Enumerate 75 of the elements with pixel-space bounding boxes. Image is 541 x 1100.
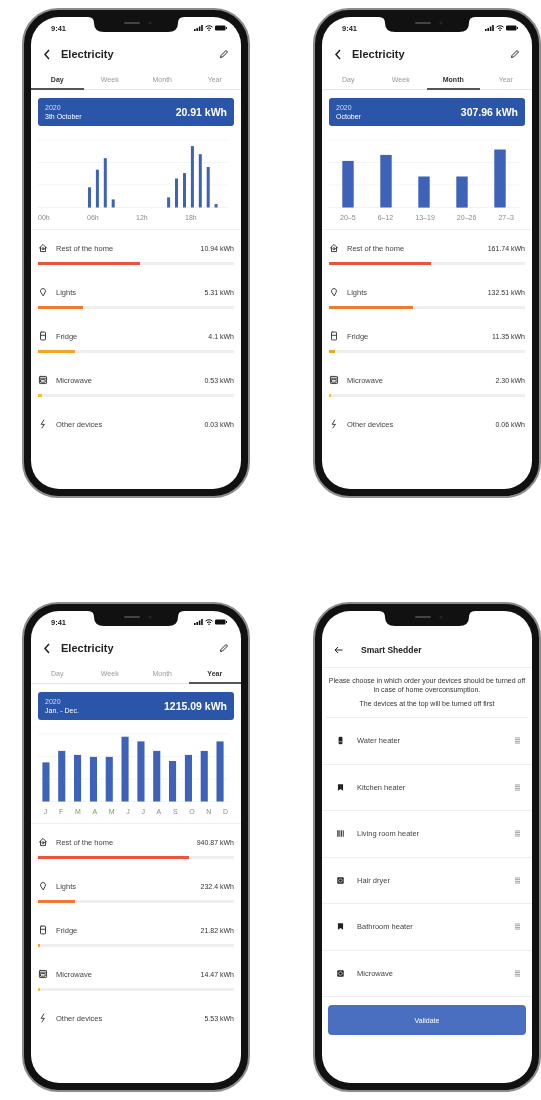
chart-bar	[183, 173, 186, 208]
battery-icon	[215, 619, 227, 625]
microwave-icon	[38, 969, 48, 979]
fridge-icon	[38, 331, 48, 341]
drag-handle-icon[interactable]	[515, 830, 520, 838]
chart-bar	[190, 146, 194, 208]
lightbulb-icon	[329, 287, 339, 297]
battery-icon	[215, 25, 227, 31]
chart-bar	[121, 736, 129, 802]
chart-bar	[167, 197, 171, 208]
chart-bar	[89, 756, 97, 802]
chart-bar	[95, 169, 99, 208]
back-chevron-icon[interactable]	[334, 48, 342, 60]
lightning-icon	[38, 419, 48, 429]
chart-bar	[200, 750, 208, 802]
screen-title: Electricity	[61, 48, 115, 60]
wifi-icon	[496, 25, 504, 31]
signal-icon	[194, 25, 203, 31]
battery-icon	[506, 25, 518, 31]
screen-title: Electricity	[61, 642, 115, 654]
appliance-icon	[336, 875, 345, 885]
house-icon	[38, 837, 48, 847]
chart-bar	[418, 176, 430, 208]
chart-bar	[169, 761, 177, 802]
house-icon	[329, 243, 339, 253]
chart-bar	[175, 178, 178, 208]
chart-bar	[137, 741, 145, 802]
chart-bar	[184, 754, 192, 802]
drag-handle-icon[interactable]	[515, 783, 520, 791]
chart-bar	[494, 149, 506, 208]
wifi-icon	[205, 619, 213, 625]
chart-bar	[342, 160, 354, 208]
chart-bar	[42, 762, 50, 802]
chart-bar	[206, 167, 210, 208]
signal-icon	[485, 25, 494, 31]
drag-handle-icon[interactable]	[515, 737, 520, 745]
chart-bar	[198, 154, 202, 208]
back-arrow-icon[interactable]	[334, 646, 343, 654]
chart-bar	[153, 750, 161, 802]
fridge-icon	[329, 331, 339, 341]
drag-handle-icon[interactable]	[515, 969, 520, 977]
screen-title: Smart Shedder	[361, 645, 423, 655]
fridge-icon	[38, 925, 48, 935]
signal-icon	[194, 619, 203, 625]
pencil-icon[interactable]	[219, 643, 229, 653]
chart-bar	[216, 741, 224, 802]
drag-handle-icon[interactable]	[515, 876, 520, 884]
lightbulb-icon	[38, 287, 48, 297]
lightning-icon	[38, 1013, 48, 1023]
appliance-icon	[336, 968, 345, 978]
pencil-icon[interactable]	[219, 49, 229, 59]
screen-title: Electricity	[352, 48, 406, 60]
chart-bar	[380, 154, 392, 208]
chart-bar	[58, 750, 66, 802]
pencil-icon[interactable]	[510, 49, 520, 59]
chart-bar	[103, 158, 107, 208]
chart-bar	[105, 756, 113, 802]
back-chevron-icon[interactable]	[43, 48, 51, 60]
chart-bar	[456, 176, 468, 208]
chart-bar	[88, 187, 91, 208]
microwave-icon	[38, 375, 48, 385]
microwave-icon	[329, 375, 339, 385]
house-icon	[38, 243, 48, 253]
summary-total: 20.91 kWh	[175, 106, 227, 118]
summary-total: 1215.09 kWh	[163, 700, 227, 712]
radiator-icon	[336, 829, 345, 839]
drag-handle-icon[interactable]	[515, 923, 520, 931]
lightning-icon	[329, 419, 339, 429]
chart-bar	[214, 204, 218, 208]
lightbulb-icon	[38, 881, 48, 891]
summary-total: 307.96 kWh	[460, 106, 518, 118]
chart-bar	[74, 754, 82, 802]
back-chevron-icon[interactable]	[43, 642, 51, 654]
chart-bar	[111, 199, 115, 208]
wifi-icon	[205, 25, 213, 31]
